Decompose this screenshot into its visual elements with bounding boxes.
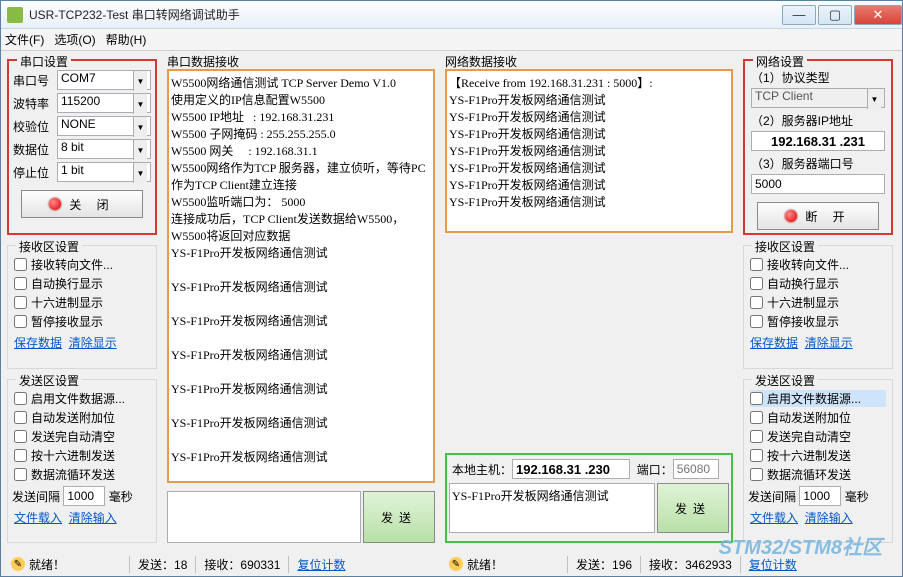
net-send-button[interactable]: 发送	[657, 483, 729, 533]
recv-to-file-check-r[interactable]	[750, 258, 763, 271]
watermark: STM32/STM8社区	[719, 531, 882, 560]
serial-settings-group: 串口设置 串口号COM7▼ 波特率115200▼ 校验位NONE▼ 数据位8 b…	[7, 59, 157, 235]
send-count-right: 196	[612, 558, 632, 572]
interval-label: 发送间隔	[12, 488, 60, 505]
parity-value[interactable]: NONE	[61, 117, 133, 135]
clear-display-link[interactable]: 清除显示	[69, 336, 117, 350]
net-recv-textarea[interactable]: 【Receive from 192.168.31.231 : 5000】: YS…	[445, 69, 733, 233]
interval-input[interactable]	[63, 486, 105, 506]
reset-count-link[interactable]: 复位计数	[288, 556, 353, 573]
menubar: 文件(F) 选项(O) 帮助(H)	[1, 29, 902, 51]
parity-label: 校验位	[13, 118, 57, 135]
hex-send-check[interactable]	[14, 449, 27, 462]
chevron-down-icon[interactable]: ▼	[133, 94, 147, 114]
menu-options[interactable]: 选项(O)	[54, 31, 95, 48]
maximize-button[interactable]: ▢	[818, 5, 852, 25]
server-port-input[interactable]	[751, 174, 885, 194]
hex-display-check-r[interactable]	[750, 296, 763, 309]
clear-input-link[interactable]: 清除输入	[69, 511, 117, 525]
send-group-title: 发送区设置	[16, 372, 82, 389]
server-ip-input[interactable]	[751, 131, 885, 151]
proto-value[interactable]: TCP Client	[755, 89, 867, 107]
file-load-link-r[interactable]: 文件载入	[750, 511, 798, 525]
chevron-down-icon[interactable]: ▼	[133, 71, 147, 91]
chevron-down-icon[interactable]: ▼	[867, 89, 881, 109]
recv-count-left: 690331	[240, 558, 280, 572]
file-load-link[interactable]: 文件载入	[14, 511, 62, 525]
minimize-button[interactable]: —	[782, 5, 816, 25]
serial-close-button[interactable]: 关 闭	[21, 190, 143, 218]
save-data-link[interactable]: 保存数据	[14, 336, 62, 350]
close-button[interactable]: ✕	[854, 5, 902, 25]
menu-file[interactable]: 文件(F)	[5, 31, 44, 48]
serial-send-button[interactable]: 发送	[363, 491, 435, 543]
recv-settings-group-left: 接收区设置 接收转向文件... 自动换行显示 十六进制显示 暂停接收显示 保存数…	[7, 245, 157, 369]
local-port-label: 端口：	[637, 461, 673, 478]
clear-input-link-r[interactable]: 清除输入	[805, 511, 853, 525]
loop-send-check-r[interactable]	[750, 468, 763, 481]
window-title: USR-TCP232-Test 串口转网络调试助手	[29, 6, 780, 23]
status-ready: 就绪！	[29, 556, 129, 573]
record-icon	[49, 198, 61, 210]
recv-settings-group-right: 接收区设置 接收转向文件... 自动换行显示 十六进制显示 暂停接收显示 保存数…	[743, 245, 893, 369]
recv-to-file-check[interactable]	[14, 258, 27, 271]
statusbar-left: ✎ 就绪！ 发送：18 接收：690331 复位计数	[7, 554, 435, 574]
serial-group-title: 串口设置	[17, 53, 71, 70]
app-icon	[7, 7, 23, 23]
auto-send-extra-check-r[interactable]	[750, 411, 763, 424]
clear-display-link-r[interactable]: 清除显示	[805, 336, 853, 350]
save-data-link-r[interactable]: 保存数据	[750, 336, 798, 350]
local-port-input[interactable]	[673, 459, 719, 479]
baud-label: 波特率	[13, 95, 57, 112]
recv-group-title: 接收区设置	[16, 238, 82, 255]
local-host-label: 本地主机：	[452, 461, 512, 478]
stopbits-value[interactable]: 1 bit	[61, 163, 133, 181]
pause-recv-check[interactable]	[14, 315, 27, 328]
net-recv-title: 网络数据接收	[445, 53, 517, 70]
databits-label: 数据位	[13, 141, 57, 158]
net-settings-group: 网络设置 （1）协议类型 TCP Client▼ （2）服务器IP地址 （3）服…	[743, 59, 893, 235]
local-host-input[interactable]	[512, 459, 630, 479]
disconnect-button[interactable]: 断 开	[757, 202, 879, 230]
chevron-down-icon[interactable]: ▼	[133, 163, 147, 183]
stopbits-label: 停止位	[13, 164, 57, 181]
auto-send-extra-check[interactable]	[14, 411, 27, 424]
serial-recv-textarea[interactable]: W5500网络通信测试 TCP Server Demo V1.0 使用定义的IP…	[167, 69, 435, 483]
hex-display-check[interactable]	[14, 296, 27, 309]
hex-send-check-r[interactable]	[750, 449, 763, 462]
titlebar: USR-TCP232-Test 串口转网络调试助手 — ▢ ✕	[1, 1, 902, 29]
auto-clear-check-r[interactable]	[750, 430, 763, 443]
baud-value[interactable]: 115200	[61, 94, 133, 112]
com-port-label: 串口号	[13, 72, 57, 89]
send-settings-group-right: 发送区设置 启用文件数据源... 自动发送附加位 发送完自动清空 按十六进制发送…	[743, 379, 893, 543]
net-send-input[interactable]: YS-F1Pro开发板网络通信测试	[449, 483, 655, 533]
ready-icon: ✎	[11, 557, 25, 571]
local-host-panel: 本地主机： 端口： YS-F1Pro开发板网络通信测试 发送	[445, 453, 733, 543]
record-icon	[785, 210, 797, 222]
send-count-left: 18	[174, 558, 187, 572]
auto-clear-check[interactable]	[14, 430, 27, 443]
server-port-label: （3）服务器端口号	[751, 155, 885, 172]
interval-input-r[interactable]	[799, 486, 841, 506]
proto-label: （1）协议类型	[751, 69, 885, 86]
enable-file-source-check-r[interactable]	[750, 392, 763, 405]
pause-recv-check-r[interactable]	[750, 315, 763, 328]
chevron-down-icon[interactable]: ▼	[133, 117, 147, 137]
enable-file-source-check[interactable]	[14, 392, 27, 405]
menu-help[interactable]: 帮助(H)	[106, 31, 147, 48]
serial-recv-title: 串口数据接收	[167, 53, 239, 70]
com-port-value[interactable]: COM7	[61, 71, 133, 89]
loop-send-check[interactable]	[14, 468, 27, 481]
auto-wrap-check[interactable]	[14, 277, 27, 290]
auto-wrap-check-r[interactable]	[750, 277, 763, 290]
serial-send-input[interactable]	[167, 491, 361, 543]
server-ip-label: （2）服务器IP地址	[751, 112, 885, 129]
ready-icon: ✎	[449, 557, 463, 571]
databits-value[interactable]: 8 bit	[61, 140, 133, 158]
send-settings-group-left: 发送区设置 启用文件数据源... 自动发送附加位 发送完自动清空 按十六进制发送…	[7, 379, 157, 543]
net-group-title: 网络设置	[753, 53, 807, 70]
chevron-down-icon[interactable]: ▼	[133, 140, 147, 160]
